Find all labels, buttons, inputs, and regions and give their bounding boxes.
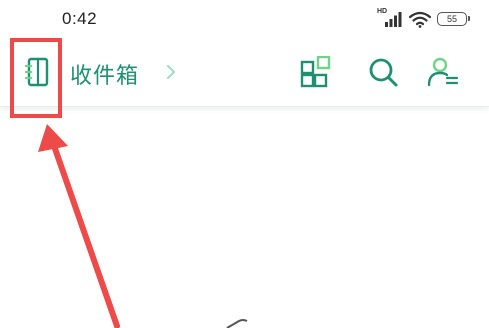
battery-icon: 55: [437, 12, 470, 26]
grid-apps-button[interactable]: [300, 56, 332, 88]
account-switch-button[interactable]: [427, 56, 459, 88]
annotation-highlight-box: [10, 38, 62, 118]
grid-apps-icon: [300, 56, 331, 88]
chevron-right-icon[interactable]: [164, 64, 178, 80]
status-bar: 0:42 HD 55: [0, 0, 489, 40]
battery-level: 55: [446, 14, 457, 24]
mail-toolbar: 收件箱: [0, 40, 489, 107]
search-button[interactable]: [367, 56, 399, 88]
folder-title[interactable]: 收件箱: [70, 58, 139, 90]
wifi-icon: [409, 11, 431, 28]
content-preview-edge: [226, 319, 248, 328]
screen: 0:42 HD 55 收件箱: [0, 0, 489, 328]
cellular-signal-icon: HD: [377, 8, 403, 28]
status-time: 0:42: [62, 9, 98, 28]
account-switch-icon: [427, 57, 459, 87]
network-type-label: HD: [377, 8, 388, 15]
status-icons: HD 55: [377, 8, 470, 28]
search-icon: [369, 58, 398, 87]
